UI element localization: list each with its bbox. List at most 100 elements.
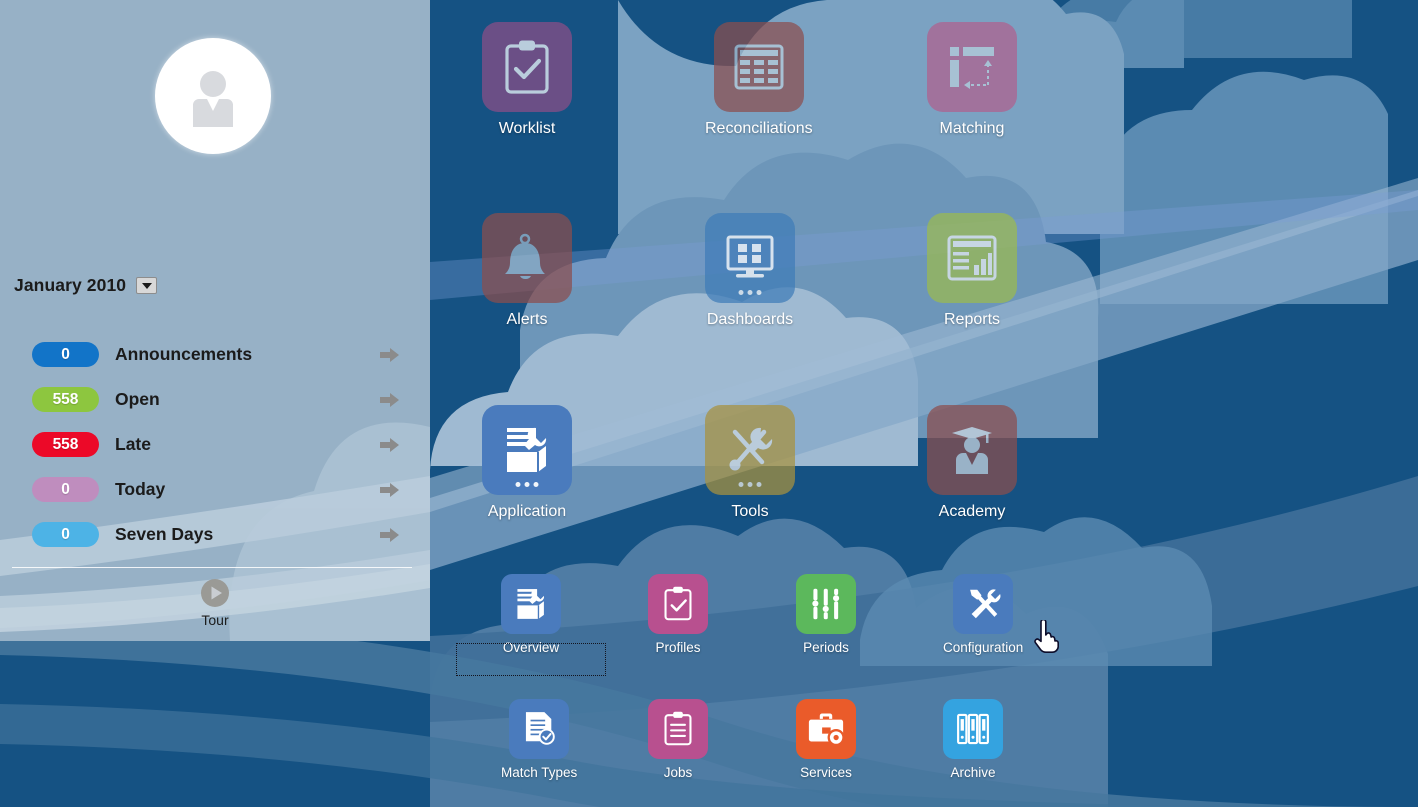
status-row-seven-days[interactable]: 0 Seven Days <box>0 512 430 557</box>
tile-icon-reconciliations[interactable] <box>713 22 804 112</box>
status-list: 0 Announcements 558 Open 558 Late 0 Toda… <box>0 332 430 557</box>
tile-icon-services[interactable] <box>796 699 856 759</box>
status-label: Open <box>115 389 160 409</box>
tile-icon-dashboards[interactable] <box>705 213 795 303</box>
clipboard-check-icon <box>505 40 549 94</box>
tile-application[interactable]: Application <box>482 405 572 521</box>
tile-icon-tools[interactable] <box>705 405 795 495</box>
tile-icon-configuration[interactable] <box>953 574 1014 634</box>
status-row-open[interactable]: 558 Open <box>0 377 430 422</box>
report-chart-icon <box>947 235 997 281</box>
tile-services[interactable]: Services <box>796 699 856 780</box>
tile-label: Matching <box>939 120 1005 137</box>
tile-periods[interactable]: Periods <box>796 574 856 655</box>
tile-icon-alerts[interactable] <box>482 213 572 303</box>
status-badge: 0 <box>32 522 99 547</box>
tile-label: Academy <box>938 503 1006 520</box>
tile-tools[interactable]: Tools <box>705 405 795 521</box>
tile-label: Overview <box>502 640 560 655</box>
tile-dashboards[interactable]: Dashboards <box>705 213 795 329</box>
avatar[interactable] <box>155 38 271 154</box>
tile-reconciliations[interactable]: Reconciliations <box>705 22 813 138</box>
tile-icon-academy[interactable] <box>927 405 1017 495</box>
tile-worklist[interactable]: Worklist <box>482 22 572 138</box>
sliders-icon <box>812 588 840 620</box>
tile-icon-reports[interactable] <box>927 213 1017 303</box>
tile-label: Periods <box>803 640 849 655</box>
tile-icon-jobs[interactable] <box>648 699 708 759</box>
status-badge: 0 <box>32 477 99 502</box>
pointing-hand-cursor <box>1034 620 1059 654</box>
status-label: Late <box>115 434 151 454</box>
tile-jobs[interactable]: Jobs <box>648 699 708 780</box>
period-label: January 2010 <box>14 275 127 295</box>
clipboard-lines-icon <box>664 711 692 746</box>
tile-icon-profiles[interactable] <box>648 574 708 634</box>
tile-label: Profiles <box>655 640 701 655</box>
status-row-announcements[interactable]: 0 Announcements <box>0 332 430 377</box>
tile-label: Tools <box>731 503 769 520</box>
avatar-circle[interactable] <box>155 38 271 154</box>
tile-alerts[interactable]: Alerts <box>482 213 572 329</box>
arrow-right-icon[interactable] <box>380 437 400 453</box>
arrow-right-icon[interactable] <box>380 392 400 408</box>
tile-icon-matching[interactable] <box>927 22 1017 112</box>
tour-button[interactable]: Tour <box>0 578 430 628</box>
tile-icon-match-types[interactable] <box>509 699 570 759</box>
period-selector[interactable]: January 2010 <box>14 275 158 296</box>
tile-label: Alerts <box>506 311 548 328</box>
arrow-right-icon[interactable] <box>380 347 400 363</box>
application-window: January 2010 0 Announcements 558 Open 55… <box>0 0 1418 807</box>
tile-label: Match Types <box>501 765 578 780</box>
graduate-icon <box>952 427 992 474</box>
tile-icon-application[interactable] <box>482 405 572 495</box>
document-check-icon <box>526 712 555 745</box>
tile-label: Jobs <box>663 765 693 780</box>
tile-icon-overview[interactable] <box>501 574 561 634</box>
sidebar-panel: January 2010 0 Announcements 558 Open 55… <box>0 0 430 641</box>
tile-archive[interactable]: Archive <box>943 699 1003 780</box>
user-avatar-icon <box>193 71 233 127</box>
tile-label: Dashboards <box>706 311 794 328</box>
tile-label: Worklist <box>498 120 556 137</box>
tile-match-types[interactable]: Match Types <box>501 699 577 780</box>
status-badge: 0 <box>32 342 99 367</box>
status-row-today[interactable]: 0 Today <box>0 467 430 512</box>
tile-overflow-dots <box>515 482 539 487</box>
status-label: Announcements <box>115 344 253 364</box>
tile-profiles[interactable]: Profiles <box>648 574 708 655</box>
status-label: Seven Days <box>115 524 214 544</box>
tile-icon-archive[interactable] <box>943 699 1003 759</box>
bell-icon <box>505 233 545 280</box>
arrow-right-icon[interactable] <box>380 482 400 498</box>
hammer-wrench-icon <box>970 589 1001 619</box>
clipboard-check-icon <box>664 586 692 621</box>
tile-label: Archive <box>950 765 996 780</box>
tile-overflow-dots <box>738 482 762 487</box>
tile-configuration[interactable]: Configuration <box>943 574 1023 655</box>
tour-label: Tour <box>201 612 229 628</box>
tile-label: Reconciliations <box>705 120 813 137</box>
tile-matching[interactable]: Matching <box>927 22 1017 138</box>
application-launcher-grid: Worklist Reconciliations Matching Alerts… <box>430 0 1418 807</box>
monitor-tiles-icon <box>726 235 774 278</box>
tile-label: Configuration <box>943 640 1024 655</box>
tile-overview[interactable]: Overview <box>501 574 561 655</box>
chevron-down-icon[interactable] <box>136 277 158 294</box>
status-badge: 558 <box>32 387 99 412</box>
tile-icon-periods[interactable] <box>796 574 856 634</box>
status-badge: 558 <box>32 432 99 457</box>
arrow-right-icon[interactable] <box>380 527 400 543</box>
tile-label: Reports <box>943 311 1001 328</box>
status-row-late[interactable]: 558 Late <box>0 422 430 467</box>
tile-icon-worklist[interactable] <box>482 22 572 112</box>
play-circle-icon[interactable] <box>200 578 230 608</box>
table-grid-icon <box>734 44 784 90</box>
sidebar-divider <box>12 567 412 568</box>
tile-label: Services <box>800 765 852 780</box>
tile-academy[interactable]: Academy <box>927 405 1017 521</box>
briefcase-gear-icon <box>808 713 845 747</box>
tools-icon <box>729 427 773 471</box>
tile-reports[interactable]: Reports <box>927 213 1017 329</box>
status-label: Today <box>115 479 166 499</box>
